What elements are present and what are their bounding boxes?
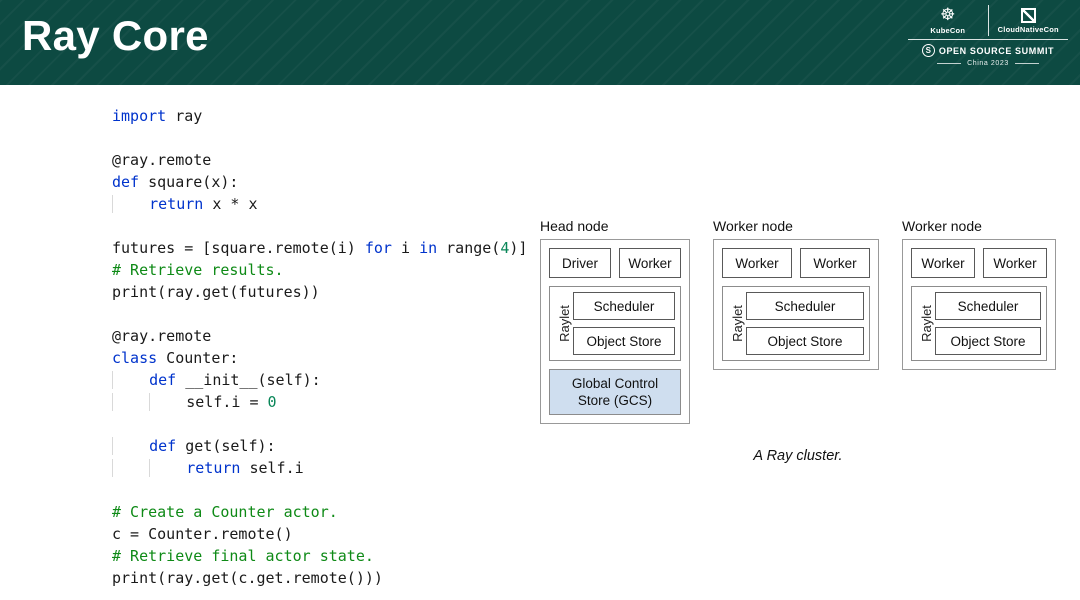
node-label: Worker node <box>713 218 879 234</box>
code-line: # Create a Counter actor. <box>112 501 527 523</box>
summit-s-icon: S <box>922 44 935 57</box>
code-block: import ray @ray.remotedef square(x): ret… <box>112 105 527 589</box>
code-line: # Retrieve final actor state. <box>112 545 527 567</box>
code-line: self.i = 0 <box>112 391 527 413</box>
worker-box: Worker <box>911 248 975 278</box>
conference-logo-row: ☸ KubeCon CloudNativeCon <box>908 5 1068 40</box>
raylet-label: Raylet <box>555 292 573 355</box>
code-line <box>112 215 527 237</box>
code-line: def get(self): <box>112 435 527 457</box>
cloudnativecon-label: CloudNativeCon <box>998 25 1059 34</box>
raylet-group: Raylet Scheduler Object Store <box>722 286 870 361</box>
raylet-inner: Scheduler Object Store <box>746 292 864 355</box>
cluster-nodes: Head node Driver Worker Raylet Scheduler… <box>540 218 1056 424</box>
process-row: Driver Worker <box>549 248 681 278</box>
summit-label: OPEN SOURCE SUMMIT <box>939 46 1054 56</box>
code-line: c = Counter.remote() <box>112 523 527 545</box>
head-node-box: Driver Worker Raylet Scheduler Object St… <box>540 239 690 424</box>
raylet-label: Raylet <box>917 292 935 355</box>
process-row: Worker Worker <box>911 248 1047 278</box>
driver-box: Driver <box>549 248 611 278</box>
worker-box: Worker <box>619 248 681 278</box>
scheduler-box: Scheduler <box>573 292 675 320</box>
code-line: print(ray.get(futures)) <box>112 281 527 303</box>
code-line: print(ray.get(c.get.remote())) <box>112 567 527 589</box>
kubecon-wheel-icon: ☸ <box>940 6 955 24</box>
code-line: @ray.remote <box>112 149 527 171</box>
code-line <box>112 303 527 325</box>
kubecon-logo: ☸ KubeCon <box>908 5 988 36</box>
worker-box: Worker <box>983 248 1047 278</box>
code-line: import ray <box>112 105 527 127</box>
worker-node-box: Worker Worker Raylet Scheduler Object St… <box>713 239 879 370</box>
raylet-inner: Scheduler Object Store <box>573 292 675 355</box>
code-line: @ray.remote <box>112 325 527 347</box>
divider-line <box>937 63 961 64</box>
code-line <box>112 127 527 149</box>
code-line: # Retrieve results. <box>112 259 527 281</box>
node-label: Head node <box>540 218 690 234</box>
worker-node-box: Worker Worker Raylet Scheduler Object St… <box>902 239 1056 370</box>
raylet-label: Raylet <box>728 292 746 355</box>
scheduler-box: Scheduler <box>935 292 1041 320</box>
open-source-summit-logo: S OPEN SOURCE SUMMIT <box>908 40 1068 60</box>
divider-line <box>1015 63 1039 64</box>
ray-cluster-diagram: Head node Driver Worker Raylet Scheduler… <box>540 218 1056 464</box>
object-store-box: Object Store <box>935 327 1041 355</box>
process-row: Worker Worker <box>722 248 870 278</box>
worker-box: Worker <box>800 248 870 278</box>
location-label: China 2023 <box>967 60 1009 67</box>
cluster-node-worker-2: Worker node Worker Worker Raylet Schedul… <box>902 218 1056 370</box>
code-line: return self.i <box>112 457 527 479</box>
cloudnativecon-logo: CloudNativeCon <box>988 5 1069 36</box>
kubecon-label: KubeCon <box>930 26 965 35</box>
code-line <box>112 413 527 435</box>
conference-logos: ☸ KubeCon CloudNativeCon S OPEN SOURCE S… <box>908 5 1068 67</box>
worker-box: Worker <box>722 248 792 278</box>
page-title: Ray Core <box>22 12 209 60</box>
event-location: China 2023 <box>908 60 1068 67</box>
code-line: def square(x): <box>112 171 527 193</box>
header-banner: Ray Core ☸ KubeCon CloudNativeCon S OPEN… <box>0 0 1080 85</box>
raylet-group: Raylet Scheduler Object Store <box>549 286 681 361</box>
cluster-node-head: Head node Driver Worker Raylet Scheduler… <box>540 218 690 424</box>
cloudnativecon-cube-icon <box>1021 8 1036 23</box>
object-store-box: Object Store <box>746 327 864 355</box>
code-line: return x * x <box>112 193 527 215</box>
node-label: Worker node <box>902 218 1056 234</box>
raylet-inner: Scheduler Object Store <box>935 292 1041 355</box>
raylet-group: Raylet Scheduler Object Store <box>911 286 1047 361</box>
cluster-node-worker-1: Worker node Worker Worker Raylet Schedul… <box>713 218 879 370</box>
gcs-box: Global Control Store (GCS) <box>549 369 681 415</box>
code-line: futures = [square.remote(i) for i in ran… <box>112 237 527 259</box>
code-line: class Counter: <box>112 347 527 369</box>
scheduler-box: Scheduler <box>746 292 864 320</box>
diagram-caption: A Ray cluster. <box>540 448 1056 464</box>
code-line: def __init__(self): <box>112 369 527 391</box>
code-line <box>112 479 527 501</box>
object-store-box: Object Store <box>573 327 675 355</box>
